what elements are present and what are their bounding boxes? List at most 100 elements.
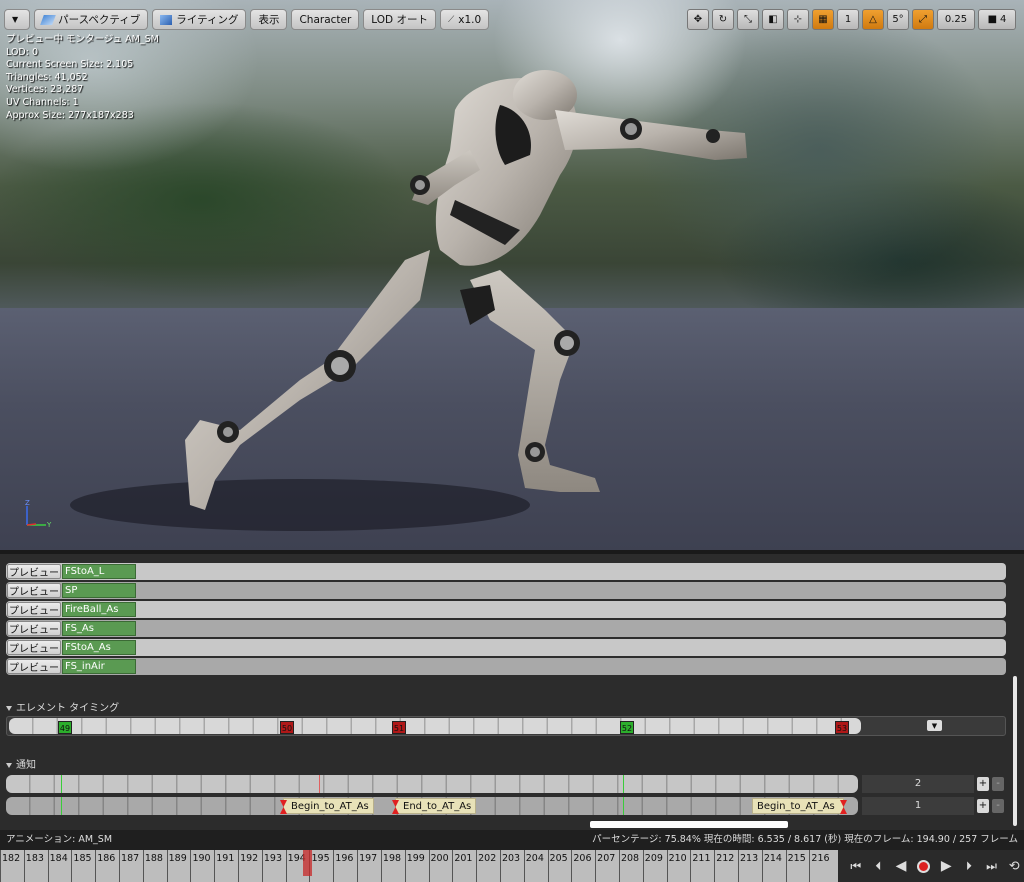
scale-icon: ⤡: [744, 14, 752, 25]
green-marker-line: [623, 775, 624, 793]
play-button[interactable]: ▶: [937, 856, 957, 876]
vertical-scrollbar[interactable]: [1013, 676, 1017, 826]
skip-end-icon: ⏭: [986, 858, 997, 873]
element-timing-header[interactable]: エレメント タイミング: [6, 699, 119, 714]
frame-tick: 193: [261, 850, 286, 882]
slot-preview-button[interactable]: プレビュー: [7, 640, 61, 655]
rotate-tool-button[interactable]: ↻: [712, 9, 734, 30]
add-notify-track-button[interactable]: +: [977, 799, 989, 813]
grid-snap-value[interactable]: 1: [837, 9, 859, 30]
camera-speed-button[interactable]: ■ 4: [978, 9, 1016, 30]
notify-track-number: 1: [862, 797, 974, 815]
slot-segment[interactable]: FS_As: [62, 621, 136, 636]
step-back-button[interactable]: ⏴: [869, 856, 889, 876]
slot-preview-button[interactable]: プレビュー: [7, 583, 61, 598]
info-screen-size-line: Current Screen Size: 2.105: [6, 59, 134, 71]
axis-z-label: Z: [25, 500, 30, 507]
slot-segment[interactable]: SP: [62, 583, 136, 598]
loop-icon: ⟲: [1008, 858, 1020, 874]
step-forward-button[interactable]: ⏵: [959, 856, 979, 876]
translate-tool-button[interactable]: ✥: [687, 9, 709, 30]
viewport-menu-button[interactable]: ▼: [4, 9, 31, 30]
slot-segment[interactable]: FStoA_As: [62, 640, 136, 655]
playback-details: パーセンテージ: 75.84% 現在の時間: 6.535 / 8.617 (秒)…: [592, 834, 1018, 845]
notify-event[interactable]: Begin_to_AT_As: [752, 798, 847, 814]
slot-row: プレビュー FStoA_As: [6, 639, 1006, 656]
notifies-header[interactable]: 通知: [6, 756, 36, 771]
frame-tick: 202: [476, 850, 500, 882]
remove-notify-track-button[interactable]: -: [992, 799, 1004, 813]
play-reverse-button[interactable]: ◀: [891, 856, 911, 876]
angle-snap-toggle[interactable]: △: [862, 9, 884, 30]
step-forward-icon: ⏵: [965, 858, 972, 873]
horizontal-scrollbar[interactable]: [590, 821, 788, 828]
frame-tick: 192: [238, 850, 262, 882]
slot-row: プレビュー FireBall_As: [6, 601, 1006, 618]
frame-tick: 203: [499, 850, 524, 882]
frame-tick: 185: [71, 850, 95, 882]
playhead[interactable]: [303, 850, 312, 876]
element-timing-track[interactable]: 49 50 51 52 53 ▼: [6, 716, 1006, 736]
chevron-down-icon: ▼: [931, 721, 938, 730]
timing-dropdown-button[interactable]: ▼: [927, 720, 942, 731]
frame-tick: 182: [0, 850, 24, 882]
frame-tick: 213: [738, 850, 762, 882]
timing-marker[interactable]: 49: [58, 721, 72, 734]
to-end-button[interactable]: ⏭: [982, 856, 1002, 876]
frame-tick: 207: [595, 850, 619, 882]
montage-editor: ▼ パースペクティブ ライティング 表示 Character LOD オート ⟋: [0, 0, 1024, 882]
playback-speed-button[interactable]: ⟋ x1.0: [439, 9, 490, 30]
frame-tick: 200: [428, 850, 453, 882]
timing-marker[interactable]: 52: [620, 721, 634, 734]
notify-event[interactable]: End_to_AT_As: [392, 798, 477, 814]
timing-marker[interactable]: 50: [280, 721, 294, 734]
show-button[interactable]: 表示: [250, 9, 288, 30]
notify-track-1[interactable]: Begin_to_AT_As End_to_AT_As Begin_to_AT_…: [6, 797, 858, 815]
scale-tool-button[interactable]: ⤡: [737, 9, 759, 30]
axis-y-label: Y: [46, 521, 52, 529]
slot-row: プレビュー SP: [6, 582, 1006, 599]
frame-tick: 190: [190, 850, 214, 882]
slot-preview-button[interactable]: プレビュー: [7, 659, 61, 674]
collapse-triangle-icon: [6, 762, 12, 768]
slot-row: プレビュー FS_inAir: [6, 658, 1006, 675]
add-notify-track-button[interactable]: +: [977, 777, 989, 791]
notify-diamond-icon: [839, 800, 847, 814]
grid-snap-toggle[interactable]: ▦: [812, 9, 834, 30]
scale-snap-value[interactable]: 0.25: [937, 9, 975, 30]
world-local-button[interactable]: ◧: [762, 9, 784, 30]
lod-button[interactable]: LOD オート: [363, 9, 436, 30]
slot-segment[interactable]: FStoA_L: [62, 564, 136, 579]
preview-viewport[interactable]: ▼ パースペクティブ ライティング 表示 Character LOD オート ⟋: [0, 0, 1024, 550]
angle-snap-value[interactable]: 5°: [887, 9, 909, 30]
loop-button[interactable]: ⟲: [1004, 856, 1024, 876]
record-button[interactable]: [914, 856, 934, 876]
info-uv-line: UV Channels: 1: [6, 96, 79, 108]
frame-tick: 188: [142, 850, 167, 882]
notify-track-2[interactable]: [6, 775, 858, 793]
timing-marker[interactable]: 51: [392, 721, 406, 734]
frame-tick: 191: [214, 850, 238, 882]
slot-segment[interactable]: FireBall_As: [62, 602, 136, 617]
perspective-button[interactable]: パースペクティブ: [34, 9, 149, 30]
slot-preview-button[interactable]: プレビュー: [7, 564, 61, 579]
timing-marker[interactable]: 53: [835, 721, 849, 734]
scale-snap-toggle[interactable]: ⤢: [912, 9, 934, 30]
lighting-button[interactable]: ライティング: [152, 9, 247, 30]
slot-preview-button[interactable]: プレビュー: [7, 602, 61, 617]
chevron-down-icon: ▼: [12, 15, 19, 24]
slot-preview-button[interactable]: プレビュー: [7, 621, 61, 636]
surface-snap-button[interactable]: ⊹: [787, 9, 809, 30]
remove-notify-track-button[interactable]: -: [992, 777, 1004, 791]
info-vertices-line: Vertices: 23,287: [6, 84, 84, 96]
frame-tick: 214: [761, 850, 786, 882]
frame-tick: 216: [809, 850, 833, 882]
slot-segment[interactable]: FS_inAir: [62, 659, 136, 674]
to-start-button[interactable]: ⏮: [846, 856, 866, 876]
frame-ruler[interactable]: 182 183 184 185 186 187 188 189 190 191 192 193 194 1…: [0, 850, 838, 882]
red-marker-line: [319, 775, 320, 793]
character-button[interactable]: Character: [291, 9, 360, 30]
cube-lit-icon: [160, 14, 173, 25]
frame-tick: 187: [119, 850, 143, 882]
notify-event[interactable]: Begin_to_AT_As: [280, 798, 374, 814]
